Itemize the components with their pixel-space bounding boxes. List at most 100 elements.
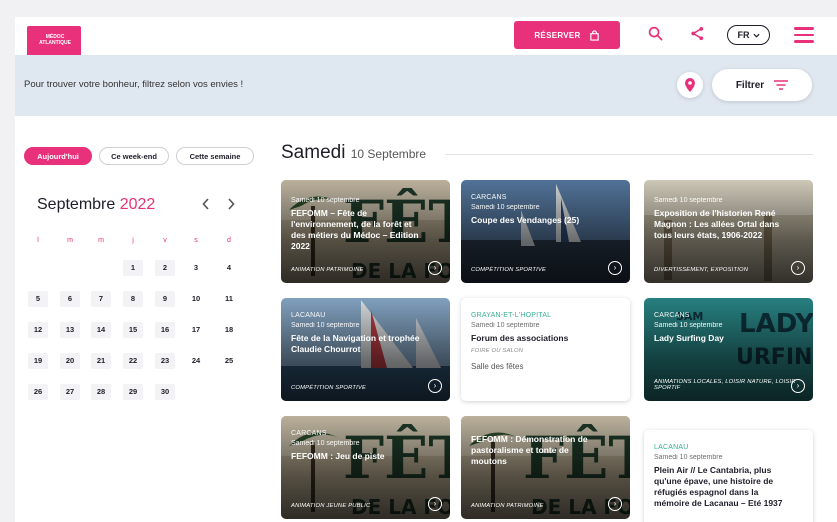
search-icon[interactable] — [645, 26, 665, 46]
filter-week[interactable]: Cette semaine — [176, 147, 254, 165]
calendar-day[interactable]: 3 — [186, 260, 206, 276]
calendar-day[interactable]: 6 — [60, 291, 80, 307]
event-card-body: GRAYAN-ET-L'HOPITAL Samedi 10 septembre Fo… — [471, 312, 606, 371]
event-title: Exposition de l'historien René Magnon : … — [654, 208, 780, 240]
calendar-day[interactable]: 24 — [186, 353, 206, 369]
event-place: Salle des fêtes — [471, 362, 524, 371]
chevron-right-circle-icon[interactable]: › — [791, 261, 805, 275]
chevron-right-circle-icon[interactable]: › — [791, 379, 805, 393]
chevron-right-circle-icon[interactable]: › — [428, 497, 442, 511]
calendar-day[interactable]: 20 — [60, 353, 80, 369]
event-category: COMPÉTITION SPORTIVE — [471, 267, 547, 273]
calendar-day[interactable]: 22 — [123, 353, 143, 369]
site-header: MÉDOC ATLANTIQUE RÉSERVER FR — [15, 17, 837, 60]
calendar-day[interactable]: 28 — [91, 384, 111, 400]
calendar-day[interactable]: 15 — [123, 322, 143, 338]
calendar-day[interactable]: 7 — [91, 291, 111, 307]
event-card[interactable]: FÊTE DE LA FORÊT Samedi 10 septembreFEFO… — [281, 180, 450, 283]
calendar-day[interactable]: 1 — [123, 260, 143, 276]
event-card[interactable]: FÊTE DE LA FORÊT FEFOMM : Démonstration … — [461, 416, 630, 519]
chevron-down-icon — [752, 33, 760, 38]
event-title: Plein Air // Le Cantabria, plus qu'une é… — [654, 465, 783, 508]
calendar-day[interactable]: 21 — [91, 353, 111, 369]
calendar-day[interactable]: 9 — [155, 291, 175, 307]
chevron-right-circle-icon[interactable]: › — [608, 497, 622, 511]
event-card[interactable]: LADY URFING SAMCARCANSSamedi 10 septembr… — [644, 298, 813, 401]
app-frame: MÉDOC ATLANTIQUE RÉSERVER FR Pour trouve… — [15, 17, 837, 522]
calendar-day[interactable]: 27 — [60, 384, 80, 400]
calendar-day[interactable]: 29 — [123, 384, 143, 400]
heading-divider — [445, 154, 813, 155]
event-category: COMPÉTITION SPORTIVE — [291, 385, 367, 391]
calendar-day[interactable]: 23 — [155, 353, 175, 369]
calendar-day[interactable]: 10 — [186, 291, 206, 307]
calendar-day[interactable]: 12 — [28, 322, 48, 338]
event-location: CARCANS — [654, 312, 690, 319]
event-category: ANIMATION PATRIMOINE — [291, 267, 364, 273]
chevron-right-icon — [228, 198, 235, 210]
calendar-day[interactable]: 18 — [219, 322, 239, 338]
event-card[interactable]: FÊTE DE LA FORÊT CARCANSSamedi 10 septem… — [281, 416, 450, 519]
event-category: ANIMATION JEUNE PUBLIC — [291, 503, 371, 509]
calendar-day[interactable]: 14 — [91, 322, 111, 338]
calendar-prev-button[interactable] — [202, 197, 210, 213]
event-category: FOIRE OU SALON — [471, 348, 524, 354]
language-label: FR — [737, 30, 750, 40]
event-location: CARCANS — [291, 430, 327, 437]
calendar-day[interactable]: 19 — [28, 353, 48, 369]
event-card-body: LACANAU Samedi 10 septembre Plein Air // L… — [654, 444, 789, 509]
event-card[interactable]: GRAYAN-ET-L'HOPITAL Samedi 10 septembre Fo… — [461, 298, 630, 401]
filter-label: Filtrer — [735, 79, 765, 91]
event-date: Samedi 10 septembre — [471, 322, 540, 329]
chevron-left-icon — [202, 198, 209, 210]
event-card-body: CARCANS Samedi 10 septembre Lady Surfing D… — [654, 312, 789, 344]
calendar-day[interactable]: 25 — [219, 353, 239, 369]
event-title: FEFOMM : Jeu de piste — [291, 451, 385, 461]
day-heading-day: Samedi — [281, 142, 346, 163]
event-category: DIVERTISSEMENT, EXPOSITION — [654, 267, 749, 273]
reserve-button[interactable]: RÉSERVER — [514, 21, 620, 49]
weekday-label: l — [37, 237, 39, 244]
chevron-right-circle-icon[interactable]: › — [608, 261, 622, 275]
calendar-day[interactable]: 4 — [219, 260, 239, 276]
logo-line2: ATLANTIQUE — [39, 40, 71, 46]
calendar-next-button[interactable] — [227, 197, 235, 213]
event-date: Samedi 10 septembre — [654, 454, 723, 461]
event-date: Samedi 10 septembre — [654, 322, 723, 329]
calendar-day[interactable]: 26 — [28, 384, 48, 400]
calendar-day[interactable]: 17 — [186, 322, 206, 338]
event-card-body: CARCANS Samedi 10 septembre FEFOMM : Jeu d… — [291, 430, 426, 462]
share-icon[interactable] — [687, 26, 707, 46]
calendar-day[interactable]: 8 — [123, 291, 143, 307]
language-selector[interactable]: FR — [727, 25, 770, 45]
filter-weekend[interactable]: Ce week-end — [99, 147, 169, 165]
calendar-day[interactable]: 30 — [155, 384, 175, 400]
menu-icon[interactable] — [794, 27, 814, 43]
filter-today[interactable]: Aujourd'hui — [24, 147, 92, 165]
chevron-right-circle-icon[interactable]: › — [428, 261, 442, 275]
weekday-label: m — [98, 237, 104, 244]
event-card[interactable]: LACANAU Samedi 10 septembre Fête de la Nav… — [281, 298, 450, 401]
calendar-day[interactable]: 5 — [28, 291, 48, 307]
day-heading: Samedi 10 Septembre — [281, 142, 426, 164]
calendar-day[interactable]: 13 — [60, 322, 80, 338]
event-card[interactable]: Samedi 10 septembre Exposition de l'histo… — [644, 180, 813, 283]
event-card[interactable]: LACANAU Samedi 10 septembre Plein Air // L… — [644, 430, 813, 522]
event-category: ANIMATION PATRIMOINE — [471, 503, 544, 509]
filter-button[interactable]: Filtrer — [712, 69, 812, 101]
event-category: ANIMATIONS LOCALES, LOISIR NATURE, LOISI… — [654, 379, 796, 391]
event-card[interactable]: CARCANS Samedi 10 septembre Coupe des Vend… — [461, 180, 630, 283]
event-date: Samedi 10 septembre — [291, 197, 360, 204]
reserve-label: RÉSERVER — [534, 30, 581, 40]
calendar-day[interactable]: 16 — [155, 322, 175, 338]
weekday-label: v — [163, 237, 167, 244]
event-card-body: Samedi 10 septembre Exposition de l'histo… — [654, 194, 789, 241]
event-title: Lady Surfing Day — [654, 333, 724, 343]
chevron-right-circle-icon[interactable]: › — [428, 379, 442, 393]
event-title: FEFOMM – Fête de l'environnement, de la … — [291, 208, 419, 251]
calendar-month: Septembre — [37, 196, 116, 213]
weekday-label: d — [227, 237, 231, 244]
location-button[interactable] — [677, 72, 703, 98]
calendar-day[interactable]: 11 — [219, 291, 239, 307]
calendar-day[interactable]: 2 — [155, 260, 175, 276]
